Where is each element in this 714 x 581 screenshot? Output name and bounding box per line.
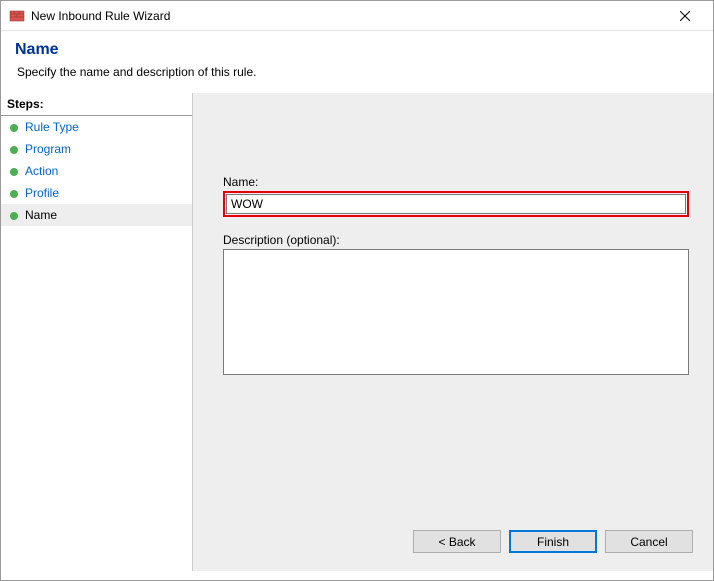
button-row: < Back Finish Cancel xyxy=(413,530,693,553)
step-label: Rule Type xyxy=(25,120,79,134)
description-label: Description (optional): xyxy=(223,233,689,247)
name-input[interactable] xyxy=(226,194,686,214)
back-button[interactable]: < Back xyxy=(413,530,501,553)
step-bullet-icon xyxy=(9,166,19,176)
name-input-highlight xyxy=(223,191,689,217)
firewall-icon xyxy=(9,8,25,24)
steps-heading: Steps: xyxy=(1,93,192,116)
name-label: Name: xyxy=(223,175,689,189)
step-name[interactable]: Name xyxy=(1,204,192,226)
close-icon xyxy=(680,11,690,21)
step-bullet-icon xyxy=(9,122,19,132)
step-action[interactable]: Action xyxy=(1,160,192,182)
finish-button[interactable]: Finish xyxy=(509,530,597,553)
steps-sidebar: Steps: Rule Type Program Action Profile … xyxy=(1,93,193,571)
step-bullet-icon xyxy=(9,188,19,198)
wizard-header: Name Specify the name and description of… xyxy=(1,31,713,93)
close-button[interactable] xyxy=(665,2,705,30)
step-rule-type[interactable]: Rule Type xyxy=(1,116,192,138)
step-label: Action xyxy=(25,164,58,178)
step-label: Profile xyxy=(25,186,59,200)
step-profile[interactable]: Profile xyxy=(1,182,192,204)
step-program[interactable]: Program xyxy=(1,138,192,160)
step-bullet-icon xyxy=(9,144,19,154)
window-title: New Inbound Rule Wizard xyxy=(31,9,665,23)
description-textarea[interactable] xyxy=(223,249,689,375)
wizard-body: Steps: Rule Type Program Action Profile … xyxy=(1,93,713,571)
cancel-button[interactable]: Cancel xyxy=(605,530,693,553)
page-title: Name xyxy=(15,41,699,59)
step-label: Program xyxy=(25,142,71,156)
step-bullet-icon xyxy=(9,210,19,220)
main-panel: Name: Description (optional): < Back Fin… xyxy=(193,93,713,571)
step-label: Name xyxy=(25,208,57,222)
wizard-window: New Inbound Rule Wizard Name Specify the… xyxy=(0,0,714,581)
titlebar: New Inbound Rule Wizard xyxy=(1,1,713,31)
page-subtitle: Specify the name and description of this… xyxy=(15,65,699,79)
